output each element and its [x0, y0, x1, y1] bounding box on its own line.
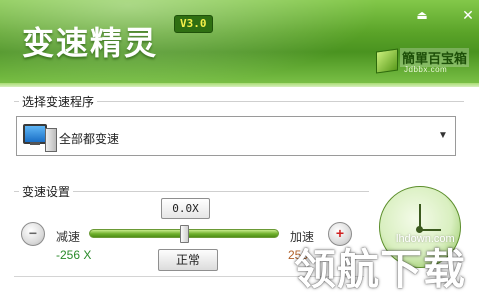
- program-section-title: 选择变速程序: [19, 93, 98, 110]
- min-speed-value: -256 X: [56, 248, 92, 262]
- chevron-down-icon[interactable]: ▼: [437, 130, 449, 142]
- minimize-icon[interactable]: ⏏: [414, 8, 430, 22]
- version-badge: V3.0: [174, 15, 213, 33]
- app-header: 变速精灵 V3.0 ⏏ ✕ 簡單百宝箱 Jdbbx.com: [0, 0, 479, 87]
- brand-logo: 簡單百宝箱 Jdbbx.com: [376, 48, 472, 78]
- app-title: 变速精灵: [22, 24, 159, 62]
- speed-display: 0.0X: [161, 198, 210, 219]
- normal-speed-button[interactable]: 正常: [158, 249, 218, 271]
- speed-section-title: 变速设置: [19, 183, 74, 200]
- logo-cube-icon: [376, 48, 398, 74]
- program-select-value: 全部都变速: [59, 132, 120, 146]
- computer-icon: [23, 122, 57, 152]
- program-select[interactable]: 全部都变速 ▼: [16, 116, 456, 156]
- speed-slider-thumb[interactable]: [179, 225, 189, 243]
- close-icon[interactable]: ✕: [460, 8, 476, 22]
- minus-icon[interactable]: −: [21, 222, 45, 246]
- clock-center: [416, 226, 423, 233]
- slow-label: 减速: [56, 230, 81, 244]
- logo-subtitle: Jdbbx.com: [404, 65, 448, 74]
